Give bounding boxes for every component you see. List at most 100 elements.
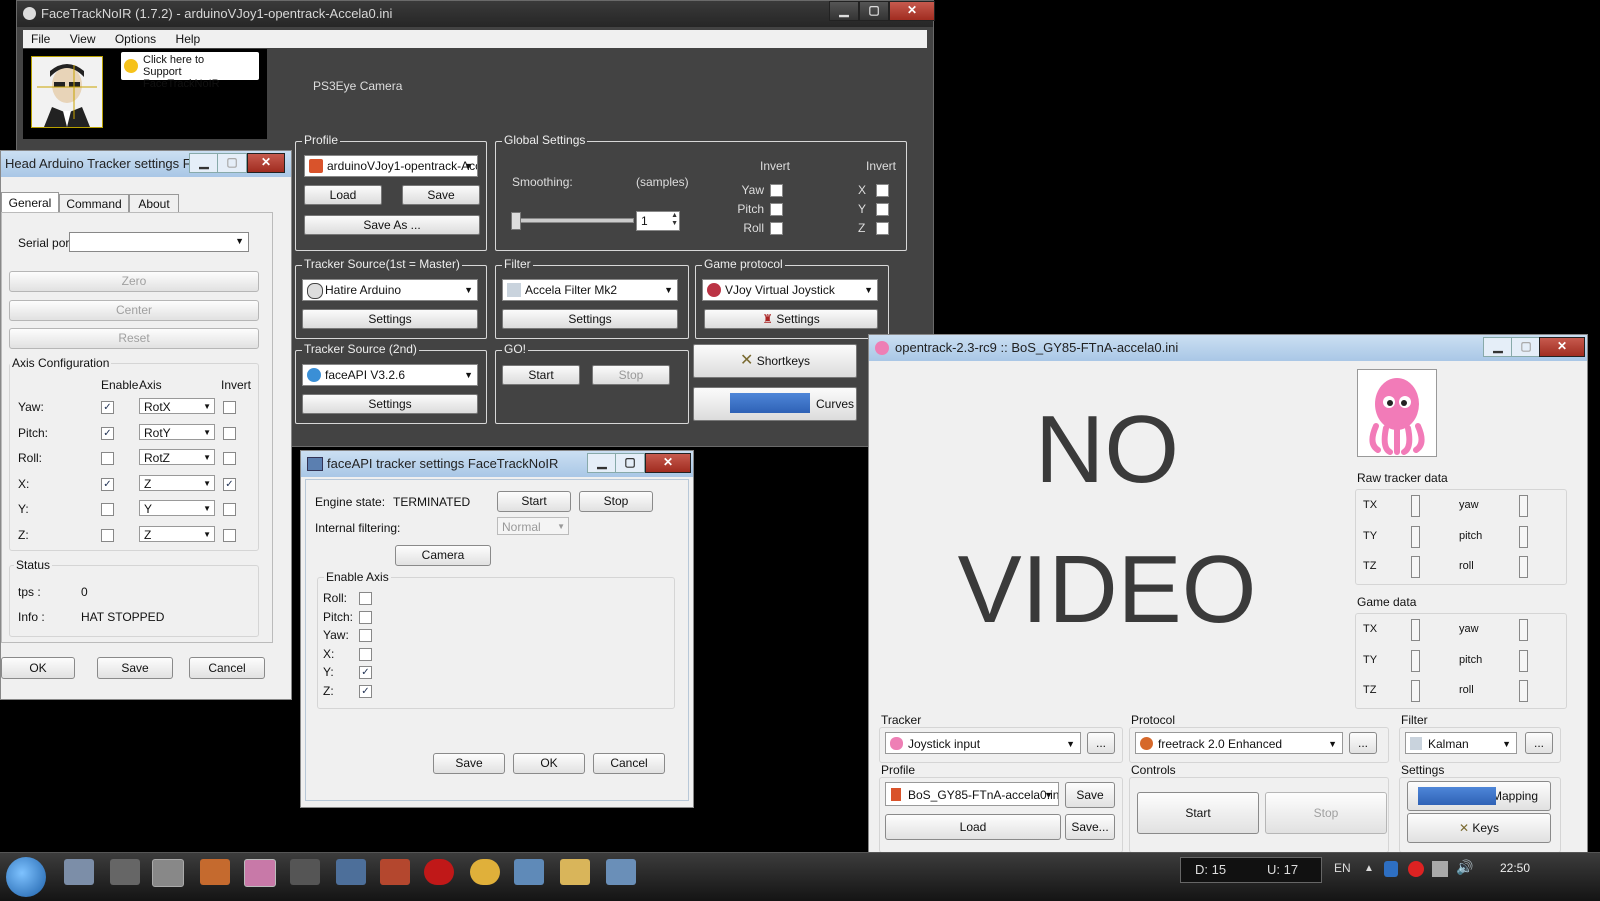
slider-thumb[interactable] — [511, 212, 521, 230]
cancel-button[interactable]: Cancel — [593, 753, 665, 774]
enable-axis-checkbox[interactable] — [359, 629, 372, 643]
facetracknoir-titlebar[interactable]: FaceTrackNoIR (1.7.2) - arduinoVJoy1-ope… — [17, 1, 933, 27]
antivirus-icon[interactable] — [1408, 861, 1424, 877]
invert-z-checkbox[interactable] — [876, 222, 889, 235]
curves-button[interactable]: Curves — [693, 387, 857, 421]
start-orb-icon[interactable] — [6, 857, 46, 897]
tracker-source-1-settings-button[interactable]: Settings — [302, 309, 478, 329]
minimize-button[interactable]: ▁ — [1483, 337, 1513, 357]
camera-button[interactable]: Camera — [395, 545, 491, 566]
axis-invert-checkbox[interactable] — [223, 401, 236, 414]
maximize-button[interactable]: ▢ — [1511, 337, 1541, 357]
close-button[interactable]: ✕ — [247, 153, 285, 173]
menu-view[interactable]: View — [62, 32, 104, 46]
keys-button[interactable]: ✕ Keys — [1407, 813, 1551, 843]
invert-pitch-checkbox[interactable] — [770, 203, 783, 216]
menu-file[interactable]: File — [23, 32, 58, 46]
minimize-button[interactable]: ▁ — [587, 453, 617, 473]
stop-button[interactable]: Stop — [592, 365, 670, 385]
filter-select[interactable]: Kalman ▼ — [1405, 732, 1517, 754]
zero-button[interactable]: Zero — [9, 271, 259, 292]
axis-select[interactable]: Y ▼ — [139, 500, 215, 516]
close-button[interactable]: ✕ — [889, 1, 935, 21]
axis-select[interactable]: Z ▼ — [139, 474, 215, 491]
opentrack-titlebar[interactable]: opentrack-2.3-rc9 :: BoS_GY85-FTnA-accel… — [869, 335, 1587, 361]
axis-select[interactable]: RotX ▼ — [139, 398, 215, 414]
axis-enable-checkbox[interactable] — [101, 528, 114, 542]
stop-button[interactable]: Stop — [1265, 792, 1387, 834]
tray-expand-icon[interactable]: ▲ — [1364, 863, 1374, 874]
network-icon[interactable] — [336, 859, 366, 885]
axis-invert-checkbox[interactable] — [223, 503, 236, 516]
game-protocol-select[interactable]: VJoy Virtual Joystick ▼ — [702, 279, 878, 301]
internal-filtering-select[interactable]: Normal ▼ — [497, 517, 569, 535]
axis-invert-checkbox[interactable] — [223, 528, 236, 542]
serial-port-select[interactable]: ▼ — [69, 232, 249, 252]
axis-enable-checkbox[interactable]: ✓ — [101, 426, 114, 440]
close-button[interactable]: ✕ — [1539, 337, 1585, 357]
maximize-button[interactable]: ▢ — [217, 153, 247, 173]
minimize-button[interactable]: ▁ — [829, 1, 859, 21]
security-shield-icon[interactable] — [1384, 861, 1398, 877]
cancel-button[interactable]: Cancel — [189, 657, 265, 679]
mapping-button[interactable]: Mapping — [1407, 781, 1551, 811]
filter-select[interactable]: Accela Filter Mk2 ▼ — [502, 279, 678, 301]
menu-options[interactable]: Options — [107, 32, 164, 46]
hat-tab-command[interactable]: Command — [59, 194, 129, 213]
engine-stop-button[interactable]: Stop — [579, 491, 653, 512]
profile-save-button[interactable]: Save — [1065, 782, 1115, 808]
tracker-options-button[interactable]: ... — [1087, 732, 1115, 754]
opera-icon[interactable] — [424, 859, 454, 885]
shortkeys-button[interactable]: ✕ Shortkeys — [693, 344, 857, 378]
enable-axis-checkbox[interactable]: ✓ — [359, 666, 372, 680]
support-button[interactable]: Click here to Support FaceTrackNoIR — [121, 52, 259, 90]
chrome-icon[interactable] — [470, 859, 500, 885]
tracker-source-2-settings-button[interactable]: Settings — [302, 394, 478, 414]
save-button[interactable]: Save — [402, 185, 480, 205]
office-icon[interactable] — [380, 859, 410, 885]
save-button[interactable]: Save — [433, 753, 505, 774]
axis-select[interactable]: RotZ ▼ — [139, 449, 215, 465]
facetracknoir-taskbar-icon[interactable] — [152, 859, 184, 887]
maximize-button[interactable]: ▢ — [615, 453, 645, 473]
save-button[interactable]: Save — [97, 657, 173, 679]
settings-gear-icon[interactable] — [110, 859, 140, 885]
enable-axis-checkbox[interactable]: ✓ — [359, 685, 372, 698]
invert-yaw-checkbox[interactable] — [770, 184, 783, 197]
smoothing-slider[interactable] — [511, 212, 634, 230]
axis-enable-checkbox[interactable] — [101, 452, 114, 465]
filter-settings-button[interactable]: Settings — [502, 309, 678, 329]
menu-help[interactable]: Help — [168, 32, 209, 46]
gamepad-icon[interactable] — [290, 859, 320, 885]
hat-tab-about[interactable]: About — [129, 194, 179, 213]
center-button[interactable]: Center — [9, 300, 259, 321]
game-protocol-settings-button[interactable]: ♜ Settings — [704, 309, 878, 329]
engine-start-button[interactable]: Start — [497, 491, 571, 512]
invert-x-checkbox[interactable] — [876, 184, 889, 197]
protocol-select[interactable]: freetrack 2.0 Enhanced ▼ — [1135, 732, 1343, 754]
clock[interactable]: 22:50 — [1500, 861, 1530, 875]
protocol-options-button[interactable]: ... — [1349, 732, 1377, 754]
axis-select[interactable]: RotY ▼ — [139, 423, 215, 440]
enable-axis-checkbox[interactable] — [359, 592, 372, 605]
smoothing-spinbox[interactable]: 1 ▲ ▼ — [636, 211, 680, 231]
minimize-button[interactable]: ▁ — [189, 153, 219, 173]
opentrack-taskbar-icon[interactable] — [244, 859, 276, 887]
start-button[interactable]: Start — [1137, 792, 1259, 834]
axis-enable-checkbox[interactable] — [101, 503, 114, 516]
app-window-icon[interactable] — [514, 859, 544, 885]
network-tray-icon[interactable] — [1432, 861, 1448, 877]
maximize-button[interactable]: ▢ — [859, 1, 889, 21]
enable-axis-checkbox[interactable] — [359, 610, 372, 624]
axis-enable-checkbox[interactable]: ✓ — [101, 477, 114, 491]
tracker-select[interactable]: Joystick input ▼ — [885, 732, 1081, 754]
explorer-folder-icon[interactable] — [560, 859, 590, 885]
load-button[interactable]: Load — [304, 185, 382, 205]
save-as-button[interactable]: Save As ... — [304, 215, 480, 235]
axis-enable-checkbox[interactable]: ✓ — [101, 401, 114, 414]
profile-select[interactable]: arduinoVJoy1-opentrack-Acc ▼ — [304, 155, 478, 177]
tracker-source-2-select[interactable]: faceAPI V3.2.6 ▼ — [302, 364, 478, 386]
invert-y-checkbox[interactable] — [876, 203, 889, 216]
tools-taskbar-icon[interactable] — [200, 859, 230, 885]
notepad-icon[interactable] — [64, 859, 94, 885]
